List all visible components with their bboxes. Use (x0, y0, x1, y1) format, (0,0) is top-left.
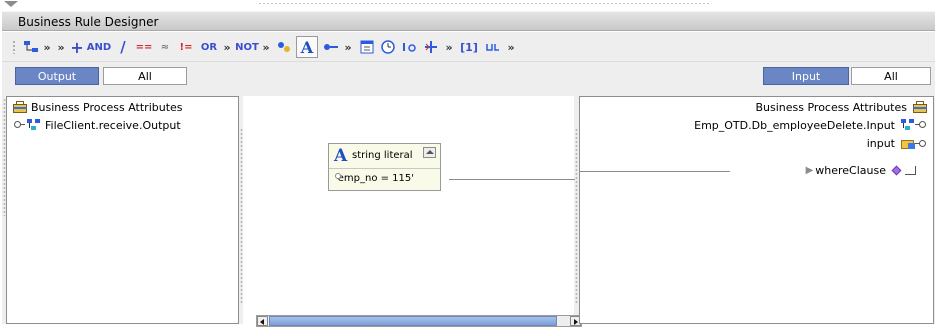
not-icon[interactable]: NOT (235, 37, 259, 57)
array-index-icon[interactable]: [1] (458, 37, 480, 57)
string-literal-value: 'emp_no = 115' (335, 173, 415, 184)
equals-icon[interactable]: == (135, 37, 153, 57)
method-toolbar: » » + AND / == ≈ != OR » NOT » A » » [1]… (2, 32, 935, 62)
boolean-method-icon[interactable] (322, 37, 340, 57)
connector-pin-icon (915, 138, 928, 150)
input-root-label: Business Process Attributes (755, 100, 907, 114)
tab-input[interactable]: Input (763, 67, 849, 85)
link-arrow-icon: ▶ (805, 165, 814, 176)
output-tree-panel: Business Process Attributes FileClient.r… (6, 96, 239, 324)
output-tree-child[interactable]: FileClient.receive.Output (12, 118, 181, 132)
toolbar-more-6-icon[interactable]: » (443, 37, 455, 57)
canvas-horizontal-scrollbar[interactable] (256, 315, 582, 327)
input-tree-root[interactable]: Business Process Attributes (755, 100, 928, 114)
tab-output[interactable]: Output (15, 67, 99, 85)
string-literal-icon[interactable]: A (296, 36, 318, 58)
message-node-icon (900, 118, 916, 132)
operator-icon[interactable] (422, 37, 440, 57)
connector-pin-icon (915, 119, 928, 131)
collapse-arrow-icon[interactable] (4, 1, 18, 7)
input-tree-leaf[interactable]: ▶ whereClause (806, 164, 916, 177)
folder-node-icon (900, 137, 916, 150)
window-title: Business Rule Designer (18, 15, 159, 29)
tab-input-all[interactable]: All (851, 67, 931, 85)
not-equals-icon[interactable]: != (178, 37, 194, 57)
io-icon[interactable] (401, 37, 419, 57)
scroll-thumb[interactable] (269, 316, 557, 326)
output-root-label: Business Process Attributes (31, 100, 183, 114)
right-splitter[interactable] (575, 128, 578, 304)
business-attributes-icon (12, 100, 28, 114)
connector-pin-icon (12, 119, 25, 131)
mapping-canvas[interactable]: A string literal 'emp_no = 115' (243, 96, 582, 327)
leaf-connector-icon (905, 166, 916, 175)
approx-icon[interactable]: ≈ (159, 37, 171, 57)
string-literal-header: A string literal (329, 144, 440, 169)
method-palette-icon[interactable] (22, 37, 40, 57)
tab-row: Output All Input All (2, 62, 935, 88)
input-tree-child[interactable]: Emp_OTD.Db_employeeDelete.Input (694, 118, 928, 132)
number-method-icon[interactable] (275, 37, 293, 57)
clock-icon[interactable] (379, 37, 397, 57)
tab-output-all[interactable]: All (103, 67, 187, 85)
input-tree-grandchild[interactable]: input (867, 137, 928, 150)
message-node-icon (26, 118, 42, 132)
string-literal-title: string literal (352, 150, 413, 161)
business-attributes-icon (912, 100, 928, 114)
add-icon[interactable]: + (70, 37, 84, 57)
input-tree-panel: Business Process Attributes Emp_OTD.Db_e… (579, 96, 934, 324)
calendar-icon[interactable] (358, 37, 376, 57)
toolbar-grip[interactable] (12, 40, 16, 54)
mapping-link-continued (580, 171, 730, 172)
input-leaf-label: whereClause (815, 164, 886, 177)
toolbar-more-2-icon[interactable]: » (55, 37, 67, 57)
and-icon[interactable]: AND (87, 37, 111, 57)
collapse-button[interactable] (423, 147, 436, 158)
divide-icon[interactable]: / (117, 37, 129, 57)
toolbar-more-7-icon[interactable]: » (505, 37, 517, 57)
top-drag-grip[interactable] (258, 2, 710, 5)
attribute-diamond-icon (891, 165, 903, 177)
toolbar-more-5-icon[interactable]: » (342, 37, 354, 57)
toolbar-more-1-icon[interactable]: » (41, 37, 53, 57)
cast-icon[interactable] (484, 37, 502, 57)
output-port-icon[interactable] (335, 173, 341, 179)
output-child-label: FileClient.receive.Output (45, 118, 181, 132)
toolbar-more-3-icon[interactable]: » (221, 37, 233, 57)
output-tree-root[interactable]: Business Process Attributes (12, 100, 183, 114)
mapping-area: Business Process Attributes FileClient.r… (2, 88, 935, 327)
input-grandchild-label: input (866, 137, 895, 150)
string-literal-value-row[interactable]: 'emp_no = 115' (329, 169, 440, 190)
or-icon[interactable]: OR (200, 37, 218, 57)
string-literal-box-icon: A (334, 146, 348, 166)
input-child-label: Emp_OTD.Db_employeeDelete.Input (694, 118, 895, 132)
scroll-left-button[interactable] (257, 316, 268, 326)
string-literal-box[interactable]: A string literal 'emp_no = 115' (328, 143, 441, 191)
mapping-link (449, 179, 575, 180)
designer-title-bar: Business Rule Designer (2, 11, 935, 31)
toolbar-more-4-icon[interactable]: » (260, 37, 272, 57)
